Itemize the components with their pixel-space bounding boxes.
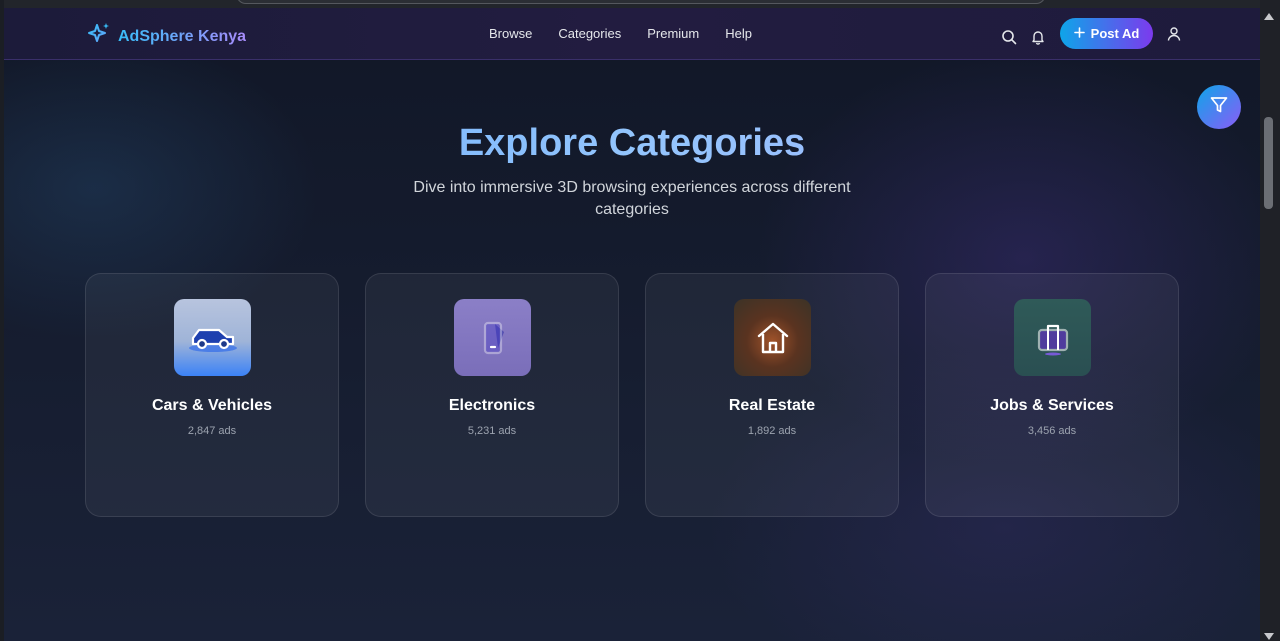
category-count: 5,231 ads [467, 425, 517, 437]
filter-icon [1209, 95, 1229, 120]
page-title: Explore Categories [4, 122, 1260, 165]
category-count: 2,847 ads [187, 425, 237, 437]
category-card-real-estate[interactable]: Real Estate 1,892 ads [645, 273, 899, 517]
nav-categories[interactable]: Categories [558, 26, 621, 41]
scrollbar[interactable] [1260, 0, 1280, 641]
scroll-thumb[interactable] [1264, 117, 1273, 209]
category-count: 3,456 ads [1027, 425, 1077, 437]
nav-premium[interactable]: Premium [647, 26, 699, 41]
post-ad-label: Post Ad [1090, 26, 1140, 41]
smartphone-icon [454, 299, 531, 376]
sparkles-icon [86, 21, 112, 52]
category-card-electronics[interactable]: Electronics 5,231 ads [365, 273, 619, 517]
car-icon [174, 299, 251, 376]
category-count: 1,892 ads [747, 425, 797, 437]
scroll-up-arrow[interactable] [1264, 13, 1274, 20]
nav-actions: Post Ad [1000, 18, 1183, 49]
category-name: Electronics [448, 397, 536, 414]
nav-help[interactable]: Help [725, 26, 752, 41]
page-subtitle: Dive into immersive 3D browsing experien… [413, 179, 851, 218]
category-card-jobs[interactable]: Jobs & Services 3,456 ads [925, 273, 1179, 517]
category-name: Jobs & Services [990, 397, 1114, 414]
bell-icon[interactable] [1029, 28, 1047, 46]
post-ad-button[interactable]: Post Ad [1060, 18, 1153, 49]
nav-browse[interactable]: Browse [489, 26, 532, 41]
search-icon[interactable] [1000, 28, 1018, 46]
nav-links: Browse Categories Premium Help [489, 26, 752, 41]
brand-name: AdSphere Kenya [118, 27, 247, 45]
address-bar[interactable] [236, 0, 1046, 4]
navbar: AdSphere Kenya Browse Categories Premium… [4, 8, 1260, 60]
category-name: Cars & Vehicles [151, 397, 273, 414]
category-card-cars[interactable]: Cars & Vehicles 2,847 ads [85, 273, 339, 517]
browser-top-bar [0, 0, 1280, 8]
user-icon[interactable] [1165, 25, 1183, 43]
briefcase-icon [1014, 299, 1091, 376]
brand-logo[interactable]: AdSphere Kenya [86, 21, 246, 52]
house-icon [734, 299, 811, 376]
page: AdSphere Kenya Browse Categories Premium… [4, 8, 1260, 641]
plus-icon [1073, 26, 1085, 41]
scroll-down-arrow[interactable] [1264, 633, 1274, 640]
category-name: Real Estate [728, 397, 816, 414]
